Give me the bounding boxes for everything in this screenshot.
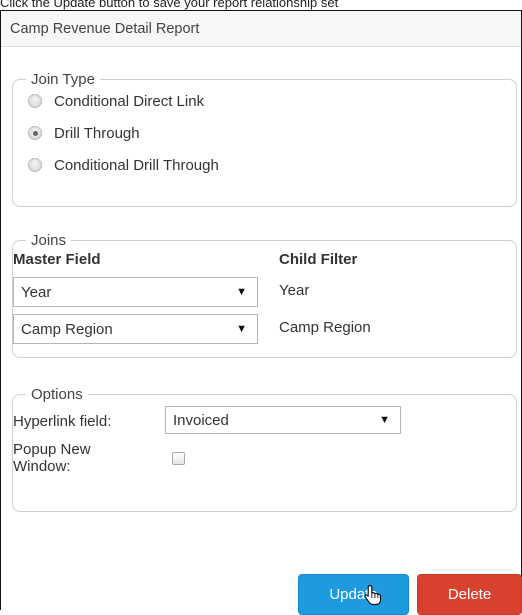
report-relationship-dialog: Camp Revenue Detail Report Join Type Con… (0, 10, 522, 610)
radio-button[interactable] (28, 158, 42, 172)
radio-label: Conditional Direct Link (54, 92, 205, 110)
hand-cursor-icon (364, 584, 382, 606)
radio-button[interactable] (28, 94, 42, 108)
child-filter-year: Year (279, 282, 310, 299)
hyperlink-field-select[interactable]: Invoiced ▼ (165, 406, 401, 434)
instruction-caption: Click the Update button to save your rep… (0, 0, 339, 10)
child-filter-camp-region: Camp Region (279, 319, 371, 336)
delete-button[interactable]: Delete (417, 574, 522, 615)
popup-new-window-checkbox[interactable] (172, 452, 185, 465)
popup-label-line1: Popup New (13, 441, 91, 458)
options-group: Options Hyperlink field: Invoiced ▼ Popu… (12, 386, 517, 512)
joins-legend: Joins (31, 232, 67, 249)
radio-drill-through[interactable]: Drill Through (28, 122, 140, 144)
master-field-header: Master Field (13, 251, 101, 268)
child-filter-header: Child Filter (279, 251, 358, 268)
radio-label: Drill Through (54, 124, 140, 142)
radio-button-selected[interactable] (28, 126, 42, 140)
select-value: Year (21, 283, 52, 301)
radio-conditional-direct-link[interactable]: Conditional Direct Link (28, 90, 204, 112)
radio-label: Conditional Drill Through (54, 156, 219, 174)
join-type-group: Join Type Conditional Direct Link Drill … (12, 71, 517, 207)
master-field-select-camp-region[interactable]: Camp Region ▼ (13, 314, 258, 344)
dropdown-arrow-icon: ▼ (379, 414, 390, 426)
dropdown-arrow-icon: ▼ (236, 323, 247, 335)
select-value: Invoiced (173, 411, 229, 429)
dialog-title: Camp Revenue Detail Report (1, 11, 521, 47)
master-field-select-year[interactable]: Year ▼ (13, 277, 258, 307)
select-value: Camp Region (21, 320, 113, 338)
joins-group: Joins Master Field Child Filter Year ▼ Y… (12, 232, 517, 358)
update-button[interactable]: Update (298, 574, 409, 615)
dropdown-arrow-icon: ▼ (236, 286, 247, 298)
options-legend: Options (31, 386, 83, 403)
join-type-legend: Join Type (31, 71, 95, 88)
radio-conditional-drill-through[interactable]: Conditional Drill Through (28, 154, 219, 176)
popup-label-line2: Window: (13, 458, 71, 475)
popup-new-window-label: Popup New Window: (13, 441, 91, 475)
hyperlink-field-label: Hyperlink field: (13, 413, 112, 430)
